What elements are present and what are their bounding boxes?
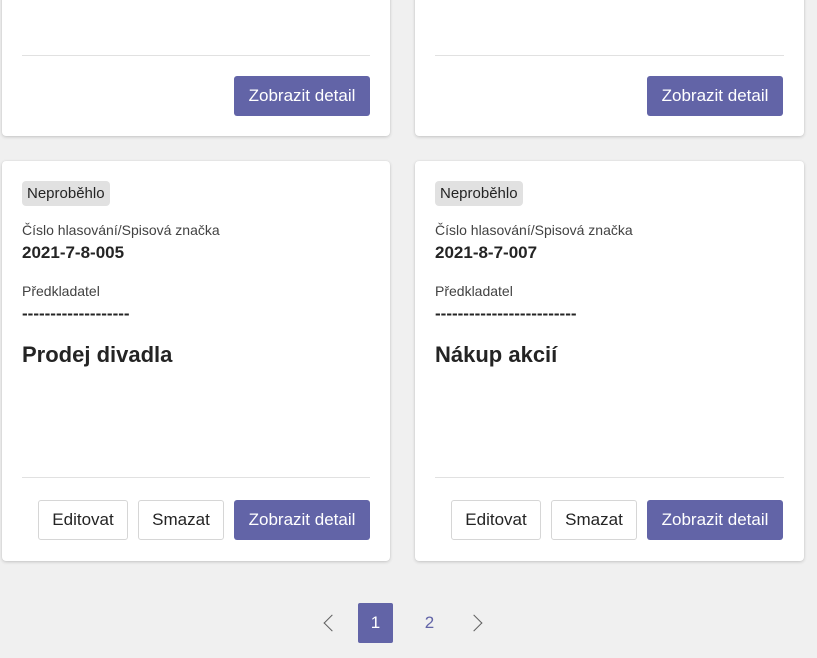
- card-title: Nákup akcií: [435, 342, 558, 367]
- submitter-label: Předkladatel: [22, 283, 100, 299]
- submitter-value: -------------------: [22, 304, 130, 323]
- delete-button[interactable]: Smazat: [138, 500, 224, 540]
- top-card-left: Zobrazit detail: [2, 0, 390, 136]
- edit-button[interactable]: Editovat: [38, 500, 128, 540]
- delete-button[interactable]: Smazat: [551, 500, 637, 540]
- submitter-value: -------------------------: [435, 304, 577, 323]
- vote-number-label: Číslo hlasování/Spisová značka: [22, 222, 220, 238]
- card-title: Prodej divadla: [22, 342, 173, 367]
- card-divider: [435, 477, 784, 478]
- top-card-right: Zobrazit detail: [415, 0, 804, 136]
- vote-number-value: 2021-8-7-007: [435, 243, 538, 262]
- chevron-right-icon: [465, 614, 483, 632]
- vote-card: Neproběhlo Číslo hlasování/Spisová značk…: [2, 161, 390, 561]
- view-detail-button[interactable]: Zobrazit detail: [647, 500, 783, 540]
- view-detail-button[interactable]: Zobrazit detail: [647, 76, 783, 116]
- prev-page-button[interactable]: [315, 603, 345, 643]
- card-divider: [22, 55, 370, 56]
- submitter-label: Předkladatel: [435, 283, 513, 299]
- vote-number-label: Číslo hlasování/Spisová značka: [435, 222, 633, 238]
- next-page-button[interactable]: [462, 603, 492, 643]
- view-detail-button[interactable]: Zobrazit detail: [234, 500, 370, 540]
- status-badge: Neproběhlo: [22, 181, 110, 206]
- page-2-button[interactable]: 2: [412, 603, 447, 643]
- chevron-left-icon: [323, 614, 341, 632]
- edit-button[interactable]: Editovat: [451, 500, 541, 540]
- view-detail-button[interactable]: Zobrazit detail: [234, 76, 370, 116]
- status-badge: Neproběhlo: [435, 181, 523, 206]
- card-divider: [22, 477, 370, 478]
- card-divider: [435, 55, 784, 56]
- vote-number-value: 2021-7-8-005: [22, 243, 125, 262]
- page-1-button[interactable]: 1: [358, 603, 393, 643]
- vote-card: Neproběhlo Číslo hlasování/Spisová značk…: [415, 161, 804, 561]
